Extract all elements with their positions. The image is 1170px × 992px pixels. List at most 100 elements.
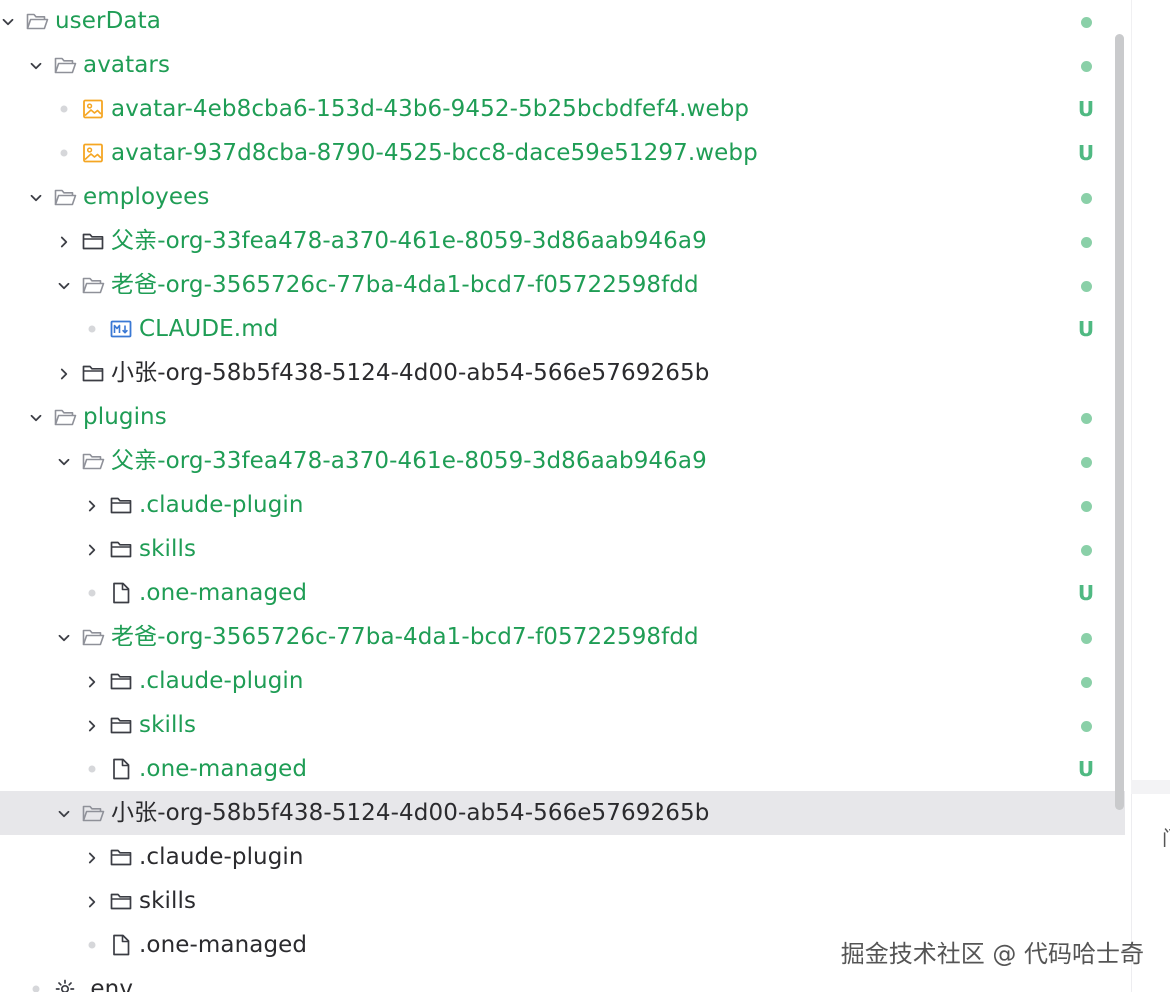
- tree-bullet-icon: [88, 765, 96, 773]
- git-modified-dot: [1081, 281, 1092, 292]
- tree-file-row[interactable]: .one-managed U: [0, 571, 1125, 615]
- chevron-down-icon[interactable]: [29, 58, 43, 72]
- tree-folder-row[interactable]: 老爸-org-3565726c-77ba-4da1-bcd7-f05722598…: [0, 615, 1125, 659]
- tree-item-label: skills: [139, 712, 197, 738]
- tree-folder-row[interactable]: 父亲-org-33fea478-a370-461e-8059-3d86aab94…: [0, 439, 1125, 483]
- right-panel-top: [1131, 0, 1170, 780]
- tree-item-label: .env: [83, 976, 134, 992]
- chevron-right-icon[interactable]: [85, 850, 99, 864]
- tree-item-label: 老爸-org-3565726c-77ba-4da1-bcd7-f05722598…: [111, 624, 699, 650]
- image-file-icon: [81, 142, 105, 164]
- chevron-right-icon[interactable]: [85, 894, 99, 908]
- tree-bullet-icon: [88, 325, 96, 333]
- tree-bullet-icon: [60, 149, 68, 157]
- git-status-badge: U: [1077, 757, 1095, 781]
- folder-closed-icon: [109, 494, 133, 516]
- file-icon: [109, 758, 133, 780]
- git-status-badge: U: [1077, 141, 1095, 165]
- tree-folder-row[interactable]: 小张-org-58b5f438-5124-4d00-ab54-566e57692…: [0, 791, 1125, 835]
- tree-folder-row[interactable]: .claude-plugin: [0, 483, 1125, 527]
- tree-folder-row[interactable]: 小张-org-58b5f438-5124-4d00-ab54-566e57692…: [0, 351, 1125, 395]
- watermark: 掘金技术社区 @ 代码哈士奇: [840, 940, 1144, 968]
- git-status-badge: U: [1077, 581, 1095, 605]
- folder-open-icon: [81, 802, 105, 824]
- tree-item-label: .one-managed: [139, 580, 308, 606]
- tree-item-label: userData: [55, 8, 161, 34]
- tree-file-row[interactable]: avatar-937d8cba-8790-4525-bcc8-dace59e51…: [0, 131, 1125, 175]
- right-panel-divider[interactable]: [1131, 780, 1170, 794]
- git-modified-dot: [1081, 457, 1092, 468]
- tree-item-label: .claude-plugin: [139, 844, 304, 870]
- tree-item-label: 父亲-org-33fea478-a370-461e-8059-3d86aab94…: [111, 448, 707, 474]
- folder-open-icon: [81, 274, 105, 296]
- folder-closed-icon: [109, 714, 133, 736]
- chevron-down-icon[interactable]: [57, 454, 71, 468]
- tree-folder-row[interactable]: skills: [0, 703, 1125, 747]
- folder-closed-icon: [109, 538, 133, 560]
- chevron-down-icon[interactable]: [57, 278, 71, 292]
- folder-open-icon: [53, 406, 77, 428]
- git-modified-dot: [1081, 237, 1092, 248]
- folder-closed-icon: [81, 362, 105, 384]
- tree-item-label: skills: [139, 888, 197, 914]
- git-status-badge: U: [1077, 97, 1095, 121]
- tree-folder-row[interactable]: avatars: [0, 43, 1125, 87]
- git-modified-dot: [1081, 61, 1092, 72]
- chevron-down-icon[interactable]: [1, 14, 15, 28]
- tree-folder-row[interactable]: skills: [0, 879, 1125, 923]
- folder-closed-icon: [81, 230, 105, 252]
- chevron-down-icon[interactable]: [57, 630, 71, 644]
- tree-file-row[interactable]: .one-managed U: [0, 747, 1125, 791]
- chevron-right-icon[interactable]: [85, 498, 99, 512]
- chevron-right-icon[interactable]: [85, 718, 99, 732]
- git-modified-dot: [1081, 193, 1092, 204]
- git-modified-dot: [1081, 721, 1092, 732]
- tree-bullet-icon: [32, 985, 40, 992]
- chevron-down-icon[interactable]: [29, 190, 43, 204]
- git-modified-dot: [1081, 633, 1092, 644]
- tree-item-label: avatar-937d8cba-8790-4525-bcc8-dace59e51…: [111, 140, 758, 166]
- chevron-right-icon[interactable]: [85, 674, 99, 688]
- tree-file-row[interactable]: .env: [0, 967, 1125, 992]
- folder-closed-icon: [109, 890, 133, 912]
- chevron-right-icon[interactable]: [85, 542, 99, 556]
- tree-bullet-icon: [60, 105, 68, 113]
- tree-folder-row[interactable]: .claude-plugin: [0, 659, 1125, 703]
- git-modified-dot: [1081, 677, 1092, 688]
- tree-item-label: 小张-org-58b5f438-5124-4d00-ab54-566e57692…: [111, 800, 710, 826]
- tree-file-row[interactable]: CLAUDE.md U: [0, 307, 1125, 351]
- tree-folder-row[interactable]: skills: [0, 527, 1125, 571]
- git-modified-dot: [1081, 545, 1092, 556]
- chevron-right-icon[interactable]: [57, 366, 71, 380]
- tree-folder-row[interactable]: 老爸-org-3565726c-77ba-4da1-bcd7-f05722598…: [0, 263, 1125, 307]
- tree-bullet-icon: [88, 941, 96, 949]
- file-explorer-tree: userData avatars avatar-4eb8cba6-153d-43b6…: [0, 0, 1125, 992]
- tree-folder-row[interactable]: plugins: [0, 395, 1125, 439]
- git-modified-dot: [1081, 17, 1092, 28]
- tree-item-label: .claude-plugin: [139, 668, 304, 694]
- git-status-badge: U: [1077, 317, 1095, 341]
- folder-open-icon: [53, 186, 77, 208]
- tree-item-label: plugins: [83, 404, 167, 430]
- tree-folder-row[interactable]: employees: [0, 175, 1125, 219]
- folder-open-icon: [81, 450, 105, 472]
- tree-folder-row[interactable]: 父亲-org-33fea478-a370-461e-8059-3d86aab94…: [0, 219, 1125, 263]
- folder-closed-icon: [109, 846, 133, 868]
- chevron-down-icon[interactable]: [57, 806, 71, 820]
- tree-folder-row[interactable]: userData: [0, 0, 1125, 43]
- tree-item-label: 父亲-org-33fea478-a370-461e-8059-3d86aab94…: [111, 228, 707, 254]
- file-icon: [109, 934, 133, 956]
- image-file-icon: [81, 98, 105, 120]
- tree-item-label: avatar-4eb8cba6-153d-43b6-9452-5b25bcbdf…: [111, 96, 750, 122]
- file-icon: [109, 582, 133, 604]
- tree-folder-row[interactable]: .claude-plugin: [0, 835, 1125, 879]
- chevron-right-icon[interactable]: [57, 234, 71, 248]
- tree-file-row[interactable]: avatar-4eb8cba6-153d-43b6-9452-5b25bcbdf…: [0, 87, 1125, 131]
- chevron-down-icon[interactable]: [29, 410, 43, 424]
- gear-file-icon: [53, 978, 77, 992]
- git-modified-dot: [1081, 413, 1092, 424]
- folder-open-icon: [81, 626, 105, 648]
- tree-scrollbar[interactable]: [1115, 34, 1124, 810]
- tree-item-label: CLAUDE.md: [139, 316, 279, 342]
- tree-bullet-icon: [88, 589, 96, 597]
